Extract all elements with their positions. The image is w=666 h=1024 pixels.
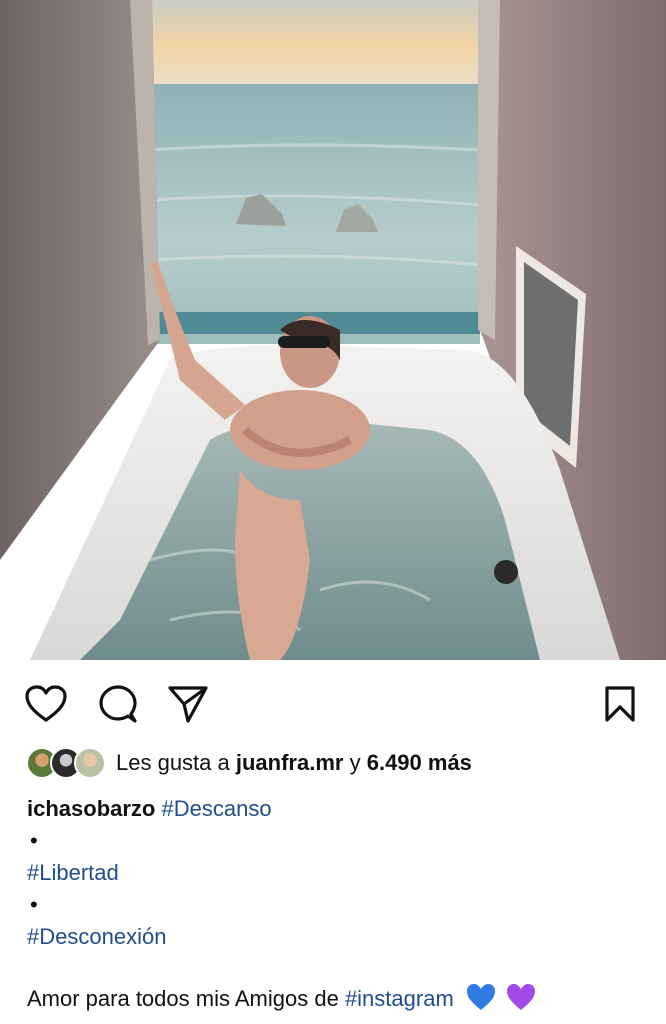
comment-button[interactable] [96, 682, 140, 726]
likes-count[interactable]: 6.490 más [367, 750, 472, 776]
save-button[interactable] [598, 682, 642, 726]
hashtag-desconexion[interactable]: #Desconexión [27, 924, 166, 949]
liker-avatars [26, 747, 110, 779]
photo-illustration [0, 0, 666, 660]
hashtag-descanso[interactable]: #Descanso [162, 796, 272, 821]
caption-bullet: • [30, 892, 38, 917]
bookmark-icon [603, 685, 637, 723]
post-caption: ichasobarzo #Descanso • #Libertad • #Des… [27, 793, 647, 1015]
caption-message: Amor para todos mis Amigos de [27, 986, 339, 1011]
likes-summary[interactable]: Les gusta a juanfra.mr y 6.490 más [26, 745, 472, 781]
blue-heart-icon [466, 983, 496, 1020]
avatar [74, 747, 106, 779]
purple-heart-icon [506, 983, 536, 1020]
heart-icon [25, 685, 67, 723]
paper-plane-icon [167, 684, 209, 724]
hashtag-libertad[interactable]: #Libertad [27, 860, 119, 885]
hashtag-instagram[interactable]: #instagram [345, 986, 454, 1011]
like-button[interactable] [24, 682, 68, 726]
share-button[interactable] [166, 682, 210, 726]
liker-username[interactable]: juanfra.mr [236, 750, 344, 776]
comment-bubble-icon [98, 684, 138, 724]
likes-connector: y [349, 750, 361, 775]
likes-prefix: Les gusta a [116, 750, 230, 775]
post-photo[interactable] [0, 0, 666, 660]
caption-bullet: • [30, 828, 38, 853]
caption-username[interactable]: ichasobarzo [27, 796, 155, 821]
post-actions [0, 682, 666, 726]
